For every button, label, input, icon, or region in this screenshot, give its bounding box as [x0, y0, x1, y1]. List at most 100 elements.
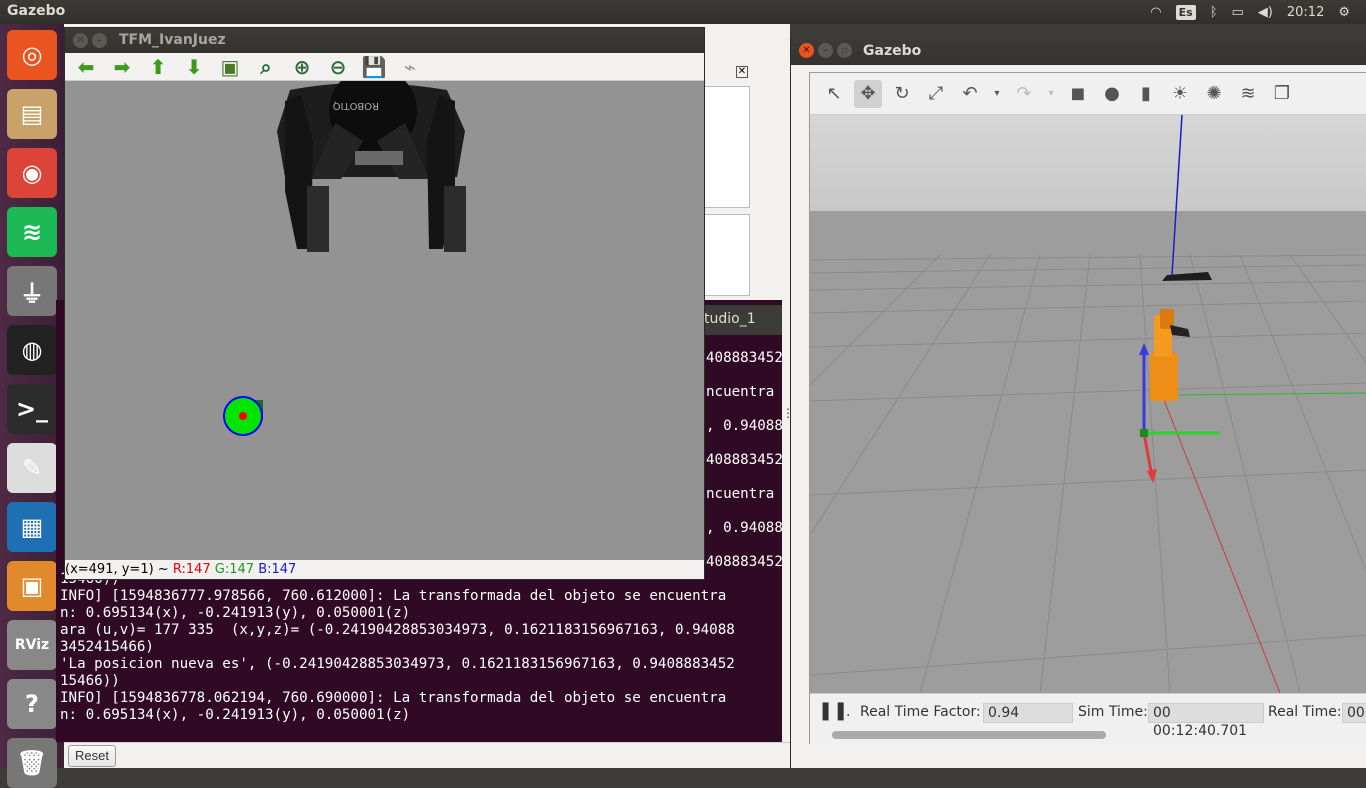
- side-panel: ✕: [704, 64, 752, 300]
- text-box[interactable]: [704, 86, 750, 208]
- minimize-icon[interactable]: –: [818, 43, 833, 58]
- gazebo-main-area: ↖ ✥ ↻ ⤢ ↶ ▾ ↷ ▾ ◼ ● ▮ ☀ ✺ ≋ ❐ ❚❚ . Real …: [809, 72, 1366, 745]
- scale-icon[interactable]: ⤢: [922, 80, 950, 108]
- pixel-status-bar: (x=491, y=1) ~ R:147 G:147 B:147: [65, 560, 704, 579]
- point-light-icon[interactable]: ☀: [1166, 80, 1194, 108]
- image-toolbar: ⬅ ➡ ⬆ ⬇ ▣ ⌕ ⊕ ⊖ 💾 ⌁: [65, 53, 704, 81]
- blue-value: B:147: [258, 562, 297, 577]
- arrow-right-icon[interactable]: ➡: [109, 55, 135, 79]
- writer-icon[interactable]: ▦: [7, 502, 57, 552]
- launcher: ◎ ▤ ◉ ≋ ⏚ ◍ >_ ✎ ▦ ▣ RViz? 🗑: [0, 24, 64, 788]
- ground-plane: [810, 211, 1366, 693]
- window-titlebar[interactable]: ✕ – TFM_IvanJuez: [65, 28, 704, 53]
- red-value: R:147: [172, 562, 211, 577]
- active-app-name: Gazebo: [7, 3, 66, 19]
- undo-icon[interactable]: ↶: [956, 80, 984, 108]
- camera-image-canvas: ROBOTIQ: [223, 81, 466, 436]
- wifi-icon[interactable]: ◠: [1150, 5, 1161, 20]
- terminal-line: n: 0.695134(x), -0.241913(y), 0.050001(z…: [60, 605, 411, 621]
- box-shape-icon[interactable]: ◼: [1064, 80, 1092, 108]
- undo-dropdown-icon[interactable]: ▾: [990, 80, 1004, 108]
- gripper-brand-label: ROBOTIQ: [333, 100, 379, 111]
- 3d-scene-viewport[interactable]: [810, 115, 1366, 693]
- arrow-left-icon[interactable]: ⬅: [73, 55, 99, 79]
- camera-icon[interactable]: ◍: [7, 325, 57, 375]
- horizontal-scrollbar[interactable]: [832, 731, 1106, 739]
- bluetooth-icon[interactable]: ᛒ: [1210, 5, 1218, 20]
- maximize-icon[interactable]: ▫: [837, 43, 852, 58]
- copy-icon[interactable]: ❐: [1268, 80, 1296, 108]
- properties-brush-icon[interactable]: ⌁: [397, 55, 423, 79]
- clock[interactable]: 20:12: [1287, 5, 1324, 20]
- text-editor-icon[interactable]: ✎: [7, 443, 57, 493]
- terminal-line: INFO] [1594836778.062194, 760.690000]: L…: [60, 690, 727, 706]
- real-time-value: 00 0: [1342, 703, 1366, 723]
- panel-grip-icon[interactable]: ⋮: [782, 406, 794, 420]
- gazebo-status-bar: ❚❚ . Real Time Factor: 0.94 Sim Time: 00…: [810, 693, 1366, 745]
- pause-icon[interactable]: ❚❚: [818, 700, 848, 721]
- rviz-icon[interactable]: RViz: [7, 620, 57, 670]
- terminal-line: ncuentra: [706, 384, 775, 400]
- camera-image[interactable]: ROBOTIQ: [65, 81, 704, 562]
- redo-dropdown-icon[interactable]: ▾: [1044, 80, 1058, 108]
- detected-object-marker: [223, 396, 263, 436]
- sim-time-label: Sim Time:: [1078, 704, 1148, 720]
- sphere-shape-icon[interactable]: ●: [1098, 80, 1126, 108]
- arrow-down-icon[interactable]: ⬇: [181, 55, 207, 79]
- virtualbox-icon[interactable]: ▣: [7, 561, 57, 611]
- sky: [810, 115, 1366, 211]
- spot-light-icon[interactable]: ✺: [1200, 80, 1228, 108]
- pixel-coordinates: (x=491, y=1) ~: [65, 562, 173, 577]
- spotify-icon[interactable]: ≋: [7, 207, 57, 257]
- select-arrow-icon[interactable]: ↖: [820, 80, 848, 108]
- terminal-line: 408883452: [706, 350, 782, 366]
- bottom-panel: Reset: [64, 742, 790, 768]
- keyboard-layout-indicator[interactable]: Es: [1175, 4, 1196, 20]
- text-box[interactable]: [704, 214, 750, 296]
- trash-icon[interactable]: 🗑: [7, 738, 57, 788]
- terminal-icon[interactable]: >_: [7, 384, 57, 434]
- window-title: TFM_IvanJuez: [119, 32, 226, 48]
- rotate-icon[interactable]: ↻: [888, 80, 916, 108]
- zoom-fit-icon[interactable]: ⌕: [253, 55, 279, 79]
- close-icon[interactable]: ✕: [799, 43, 814, 58]
- directional-light-icon[interactable]: ≋: [1234, 80, 1262, 108]
- reset-button[interactable]: Reset: [68, 745, 116, 767]
- ubuntu-dash-icon[interactable]: ◎: [7, 30, 57, 80]
- green-value: G:147: [214, 562, 255, 577]
- chrome-icon[interactable]: ◉: [7, 148, 57, 198]
- image-icon[interactable]: ▣: [217, 55, 243, 79]
- translate-icon[interactable]: ✥: [854, 79, 882, 108]
- close-icon[interactable]: ✕: [73, 33, 88, 48]
- settings-gear-icon[interactable]: ⚙: [1338, 5, 1350, 20]
- terminal-line: n: 0.695134(x), -0.241913(y), 0.050001(z…: [60, 707, 411, 723]
- scene-canvas: [810, 115, 1366, 693]
- robotiq-gripper: ROBOTIQ: [277, 81, 466, 252]
- close-icon[interactable]: ✕: [736, 66, 748, 78]
- terminal-line: INFO] [1594836777.978566, 760.612000]: L…: [60, 588, 727, 604]
- save-icon[interactable]: 💾: [361, 55, 387, 79]
- zoom-in-icon[interactable]: ⊕: [289, 55, 315, 79]
- volume-icon[interactable]: ◀): [1258, 5, 1273, 20]
- window-title: Gazebo: [863, 43, 922, 59]
- minimize-icon[interactable]: –: [92, 33, 107, 48]
- terminal-line: 408883452: [706, 554, 782, 570]
- cylinder-shape-icon[interactable]: ▮: [1132, 80, 1160, 108]
- files-icon[interactable]: ▤: [7, 89, 57, 139]
- real-time-factor-label: Real Time Factor:: [860, 704, 981, 720]
- usb-drive-icon[interactable]: ⏚: [7, 266, 57, 316]
- gazebo-toolbar: ↖ ✥ ↻ ⤢ ↶ ▾ ↷ ▾ ◼ ● ▮ ☀ ✺ ≋ ❐: [810, 73, 1366, 115]
- gazebo-window[interactable]: ✕ – ▫ Gazebo ⋮ ↖ ✥ ↻ ⤢ ↶ ▾ ↷ ▾ ◼ ● ▮ ☀ ✺…: [782, 38, 1366, 768]
- terminal-line: ncuentra: [706, 486, 775, 502]
- tfm-image-window[interactable]: ✕ – TFM_IvanJuez ⬅ ➡ ⬆ ⬇ ▣ ⌕ ⊕ ⊖ 💾 ⌁ ROB…: [64, 27, 705, 580]
- terminal-line: , 0.94088: [706, 418, 782, 434]
- zoom-out-icon[interactable]: ⊖: [325, 55, 351, 79]
- help-icon[interactable]: ?: [7, 679, 57, 729]
- battery-icon[interactable]: ▭: [1232, 5, 1244, 20]
- terminal-line: ara (u,v)= 177 335 (x,y,z)= (-0.24190428…: [60, 622, 735, 638]
- redo-icon[interactable]: ↷: [1010, 80, 1038, 108]
- window-titlebar[interactable]: ✕ – ▫ Gazebo: [791, 38, 1366, 65]
- sim-time-value: 00 00:12:40.701: [1148, 703, 1264, 739]
- top-panel: Gazebo ◠ Es ᛒ ▭ ◀) 20:12 ⚙: [0, 0, 1366, 24]
- arrow-up-icon[interactable]: ⬆: [145, 55, 171, 79]
